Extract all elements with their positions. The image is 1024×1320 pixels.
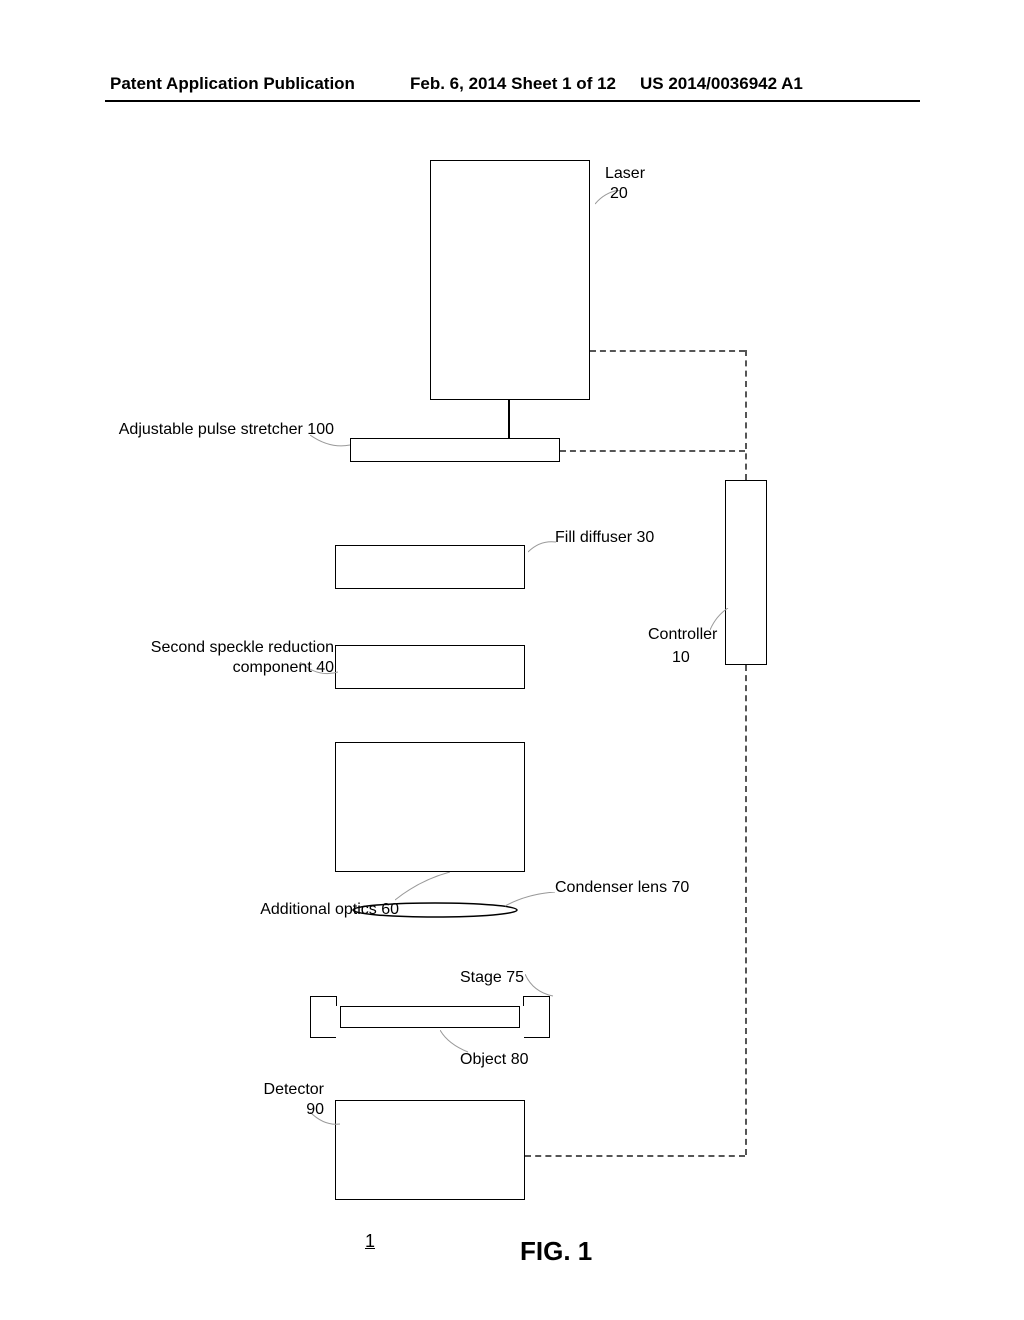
dash-line [560,450,745,452]
laser-label: Laser [605,164,645,184]
pulse-stretcher-box [350,438,560,462]
header-left: Patent Application Publication [110,74,355,94]
speckle-reduction-label: Second speckle reduction component 40 [151,638,334,678]
figure-1: Laser 20 Adjustable pulse stretcher 100 … [0,160,1024,1220]
detector-box [335,1100,525,1200]
beam-line [508,400,510,438]
speckle-reduction-box [335,645,525,689]
callout-curve [525,974,555,998]
dash-line [745,350,747,480]
system-ref: 1 [365,1230,375,1253]
pulse-stretcher-label: Adjustable pulse stretcher 100 [119,420,334,440]
object-slide [340,1006,520,1028]
dash-line [745,665,747,1155]
page: Patent Application Publication Feb. 6, 2… [0,0,1024,1320]
stage-clip-left [310,996,336,1038]
fill-diffuser-label: Fill diffuser 30 [555,528,654,548]
stage-label: Stage 75 [460,968,524,988]
figure-caption: FIG. 1 [520,1235,592,1268]
laser-ref: 20 [610,184,628,204]
callout-curve [395,872,450,902]
laser-box [430,160,590,400]
header-center: Feb. 6, 2014 Sheet 1 of 12 [410,74,616,94]
controller-ref: 10 [672,648,690,668]
stage-clip-right [524,996,550,1038]
header-right: US 2014/0036942 A1 [640,74,803,94]
callout-curve [505,892,555,908]
dash-line [590,350,745,352]
controller-label: Controller [648,625,717,645]
speckle-line2: component 40 [233,659,334,676]
condenser-lens-label: Condenser lens 70 [555,878,689,898]
detector-ref: 90 [306,1100,324,1120]
header-rule [105,100,920,102]
stage-assembly [310,996,550,1040]
object-label: Object 80 [460,1050,528,1070]
callout-curve [528,540,558,558]
additional-optics-label: Additional optics 60 [260,900,399,920]
additional-optics-box [335,742,525,872]
controller-box [725,480,767,665]
fill-diffuser-box [335,545,525,589]
speckle-line1: Second speckle reduction [151,639,334,656]
detector-label: Detector [264,1080,324,1100]
dash-line [525,1155,745,1157]
